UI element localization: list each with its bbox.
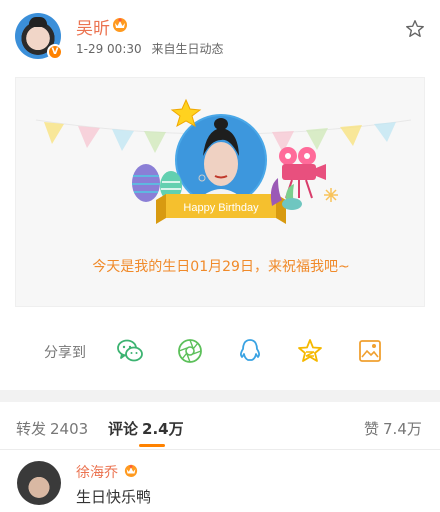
post-meta: 1-29 00:30 来自生日动态 bbox=[76, 40, 223, 57]
share-row: 分享到 bbox=[0, 332, 440, 372]
commenter-avatar[interactable] bbox=[17, 461, 61, 505]
tab-comment-label: 评论 bbox=[108, 420, 139, 438]
tab-repost-label: 转发 bbox=[16, 420, 47, 438]
post-time: 1-29 00:30 bbox=[76, 42, 142, 56]
qzone-icon[interactable] bbox=[296, 337, 324, 365]
tab-like-label: 赞 bbox=[364, 420, 380, 438]
verified-badge-icon: V bbox=[47, 44, 63, 60]
comment-item: 徐海乔 生日快乐鸭 bbox=[0, 452, 440, 512]
comment-text: 生日快乐鸭 bbox=[76, 488, 152, 506]
birthday-message: 今天是我的生日01月29日，来祝福我吧~ bbox=[92, 259, 350, 275]
qq-icon[interactable] bbox=[236, 337, 264, 365]
favorite-star-icon[interactable] bbox=[404, 18, 426, 40]
crown-icon bbox=[113, 18, 127, 32]
save-image-icon[interactable] bbox=[356, 337, 384, 365]
birthday-card[interactable]: Happy Birthday 今天是我的生日01月29日，来祝福我吧~ bbox=[15, 77, 425, 307]
crown-icon bbox=[124, 464, 138, 477]
tab-repost-count: 2403 bbox=[50, 420, 89, 438]
post-source[interactable]: 来自生日动态 bbox=[151, 42, 223, 56]
share-label: 分享到 bbox=[44, 345, 86, 361]
card-badge-text: Happy Birthday bbox=[183, 202, 259, 214]
author-name[interactable]: 吴昕 bbox=[76, 14, 110, 39]
tab-comment[interactable]: 评论 2.4万 bbox=[108, 418, 184, 439]
interaction-tabs: 转发 2403 评论 2.4万 赞 7.4万 bbox=[0, 402, 440, 450]
commenter-name[interactable]: 徐海乔 bbox=[76, 462, 118, 482]
tab-like-count: 7.4万 bbox=[383, 420, 422, 438]
wechat-icon[interactable] bbox=[116, 337, 144, 365]
tab-comment-count: 2.4万 bbox=[142, 420, 184, 438]
birthday-illustration: Happy Birthday bbox=[35, 98, 412, 224]
tab-repost[interactable]: 转发 2403 bbox=[16, 418, 88, 439]
moments-icon[interactable] bbox=[176, 337, 204, 365]
section-divider bbox=[0, 390, 440, 402]
tab-like[interactable]: 赞 7.4万 bbox=[364, 418, 422, 439]
active-tab-indicator bbox=[139, 444, 165, 447]
author-avatar[interactable]: V bbox=[15, 13, 63, 60]
post-header: V 吴昕 1-29 00:30 来自生日动态 bbox=[0, 0, 440, 70]
